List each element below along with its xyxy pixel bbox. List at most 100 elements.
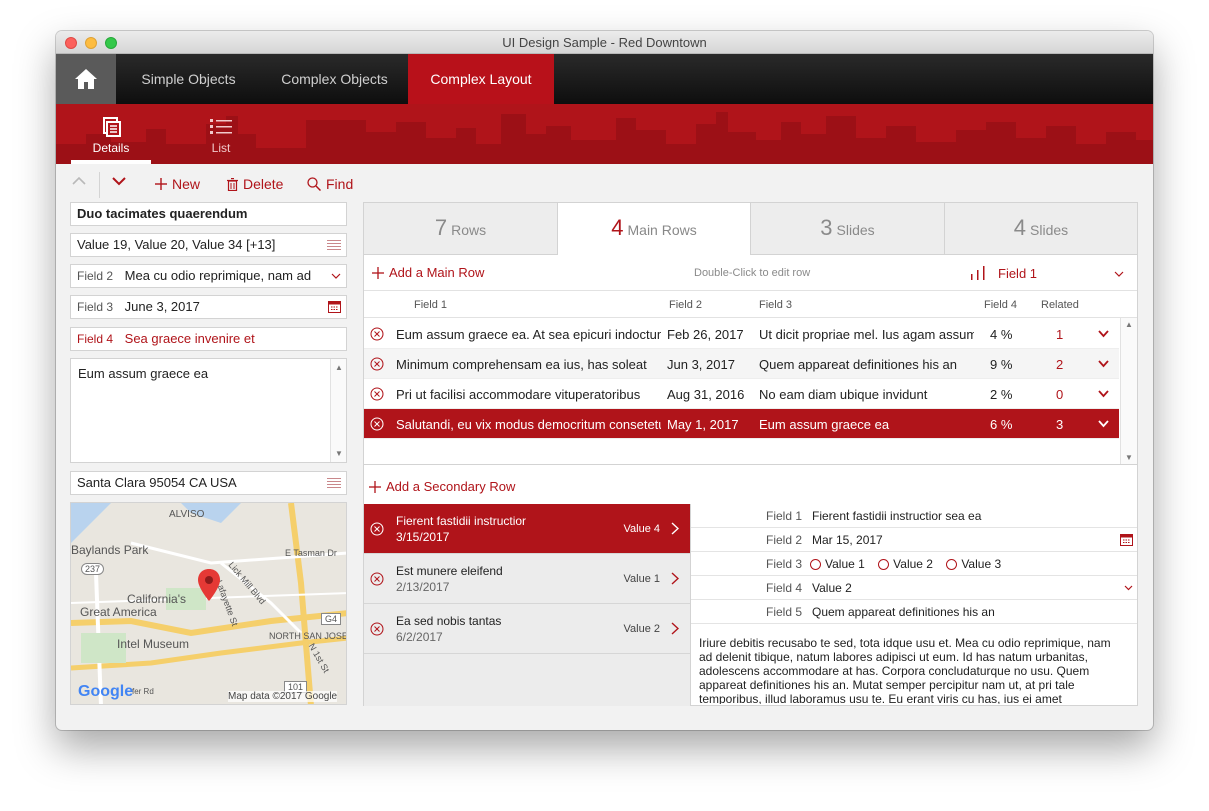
add-secondary-row-button[interactable]: Add a Secondary Row	[369, 479, 515, 494]
table-row[interactable]: Minimum comprehensam ea ius, has soleat …	[364, 349, 1119, 379]
cell-field2: May 1, 2017	[667, 417, 739, 432]
table-row[interactable]: Pri ut facilisi accommodare vituperatori…	[364, 379, 1119, 409]
add-main-row-label: Add a Main Row	[389, 265, 485, 280]
zoom-window-button[interactable]	[105, 37, 117, 49]
tab-main-rows[interactable]: 4 Main Rows	[558, 203, 751, 255]
form-row-field4[interactable]: Field 4 Value 2	[691, 576, 1137, 600]
view-switcher-band: Details List	[56, 104, 1153, 164]
form-row-field2[interactable]: Field 2 Mar 15, 2017	[691, 528, 1137, 552]
tab-complex-objects[interactable]: Complex Objects	[261, 54, 408, 104]
top-navigation: Simple Objects Complex Objects Complex L…	[56, 54, 1153, 104]
view-list-button[interactable]: List	[181, 104, 261, 164]
find-button[interactable]: Find	[307, 176, 353, 192]
remove-row-icon[interactable]	[370, 357, 384, 371]
view-details-button[interactable]: Details	[71, 104, 151, 164]
details-icon	[103, 117, 121, 137]
add-main-row-button[interactable]: Add a Main Row	[372, 265, 484, 280]
expand-row-icon[interactable]	[1098, 360, 1109, 368]
col-field2[interactable]: Field 2	[669, 299, 702, 311]
long-text-field[interactable]: Iriure debitis recusabo te sed, tota idq…	[699, 636, 1119, 704]
record-title-field[interactable]: Duo tacimates quaerendum	[70, 202, 347, 226]
map-pin-icon	[198, 569, 220, 601]
sort-field-value: Field 1	[998, 266, 1038, 281]
secondary-detail-form: Field 1 Fierent fastidii instructior sea…	[691, 504, 1137, 706]
form-field1-label: Field 1	[766, 509, 803, 523]
remove-item-icon[interactable]	[370, 522, 384, 536]
form-field3-label: Field 3	[766, 557, 803, 571]
minimize-window-button[interactable]	[85, 37, 97, 49]
tab-slides-3[interactable]: 3 Slides	[751, 203, 945, 255]
cell-field2: Feb 26, 2017	[667, 327, 744, 342]
remove-row-icon[interactable]	[370, 417, 384, 431]
tab-main-rows-count: 4	[611, 215, 624, 240]
field3-date-field[interactable]: Field 3 June 3, 2017	[70, 295, 347, 319]
radio-option-1[interactable]: Value 1	[810, 557, 865, 571]
scroll-down-icon[interactable]: ▼	[1125, 453, 1133, 462]
calendar-icon[interactable]	[1120, 534, 1133, 546]
radio-option-2[interactable]: Value 2	[878, 557, 933, 571]
chevron-down-icon	[1124, 585, 1133, 591]
table-row-selected[interactable]: Salutandi, eu vix modus democritum conse…	[364, 409, 1119, 439]
tab-complex-layout[interactable]: Complex Layout	[408, 54, 554, 104]
cell-field2: Jun 3, 2017	[667, 357, 735, 372]
radio-group: Value 1 Value 2 Value 3	[810, 557, 1011, 573]
expand-row-icon[interactable]	[1098, 390, 1109, 398]
form-field4-label: Field 4	[766, 581, 803, 595]
list-item-selected[interactable]: Fierent fastidii instructior 3/15/2017 V…	[364, 504, 690, 554]
col-field1[interactable]: Field 1	[414, 299, 447, 311]
item-title: Ea sed nobis tantas	[396, 614, 502, 628]
field4-value: Sea graece invenire et	[124, 331, 255, 346]
grid-scrollbar[interactable]: ▲ ▼	[1120, 318, 1137, 464]
remove-row-icon[interactable]	[370, 387, 384, 401]
list-item[interactable]: Est munere eleifend 2/13/2017 Value 1	[364, 554, 690, 604]
tab-simple-objects[interactable]: Simple Objects	[116, 54, 261, 104]
record-toolbar: New Delete Find	[56, 164, 1153, 202]
address-field[interactable]: Santa Clara 95054 CA USA	[70, 471, 347, 495]
previous-record-button[interactable]	[72, 174, 86, 188]
form-row-field1[interactable]: Field 1 Fierent fastidii instructior sea…	[691, 504, 1137, 528]
map-shield-g4: G4	[321, 613, 342, 625]
delete-record-button[interactable]: Delete	[227, 176, 283, 192]
cell-field3: Eum assum graece ea	[759, 417, 890, 432]
tab-slides-4[interactable]: 4 Slides	[945, 203, 1137, 255]
scroll-up-icon[interactable]: ▲	[335, 363, 343, 372]
tab-rows[interactable]: 7 Rows	[364, 203, 558, 255]
home-button[interactable]	[56, 54, 116, 104]
remove-row-icon[interactable]	[370, 327, 384, 341]
notes-scrollbar[interactable]: ▲ ▼	[330, 359, 346, 462]
radio-option-3-label: Value 3	[961, 557, 1002, 571]
list-item[interactable]: Ea sed nobis tantas 6/2/2017 Value 2	[364, 604, 690, 654]
expand-row-icon[interactable]	[1098, 420, 1109, 428]
scroll-up-icon[interactable]: ▲	[1125, 320, 1133, 329]
cell-field4: 9 %	[990, 357, 1013, 372]
close-window-button[interactable]	[65, 37, 77, 49]
expand-row-icon[interactable]	[1098, 330, 1109, 338]
col-field4[interactable]: Field 4	[984, 299, 1017, 311]
cell-field3: Quem appareat definitiones his an	[759, 357, 958, 372]
col-related[interactable]: Related	[1041, 299, 1079, 311]
values-list-field[interactable]: Value 19, Value 20, Value 34 [+13]	[70, 233, 347, 257]
form-field1-value: Fierent fastidii instructior sea ea	[812, 509, 982, 523]
scroll-down-icon[interactable]: ▼	[335, 449, 343, 458]
remove-item-icon[interactable]	[370, 572, 384, 586]
item-date: 2/13/2017	[396, 580, 450, 594]
location-map[interactable]: ALVISO Baylands Park E Tasman Dr Califor…	[70, 502, 347, 705]
form-row-field5[interactable]: Field 5 Quem appareat definitiones his a…	[691, 600, 1137, 624]
list-picker-icon	[327, 240, 341, 250]
radio-option-1-label: Value 1	[825, 557, 865, 571]
field4-text-field[interactable]: Field 4 Sea graece invenire et	[70, 327, 347, 351]
secondary-list: Fierent fastidii instructior 3/15/2017 V…	[364, 504, 691, 706]
radio-option-3[interactable]: Value 3	[946, 557, 1001, 571]
related-panel: 7 Rows 4 Main Rows 3 Slides 4 Slides Add a M…	[363, 202, 1138, 706]
field3-value: June 3, 2017	[124, 299, 200, 314]
chevron-right-icon	[671, 622, 679, 635]
sort-field-dropdown[interactable]: Field 1	[970, 264, 1130, 284]
col-field3[interactable]: Field 3	[759, 299, 792, 311]
next-record-button[interactable]	[112, 174, 126, 188]
field2-dropdown[interactable]: Field 2 Mea cu odio reprimique, nam ad	[70, 264, 347, 288]
remove-item-icon[interactable]	[370, 622, 384, 636]
table-row[interactable]: Eum assum graece ea. At sea epicuri indo…	[364, 319, 1119, 349]
cell-field4: 6 %	[990, 417, 1013, 432]
new-record-button[interactable]: New	[155, 176, 200, 192]
notes-textarea[interactable]: Eum assum graece ea ▲ ▼	[70, 358, 347, 463]
